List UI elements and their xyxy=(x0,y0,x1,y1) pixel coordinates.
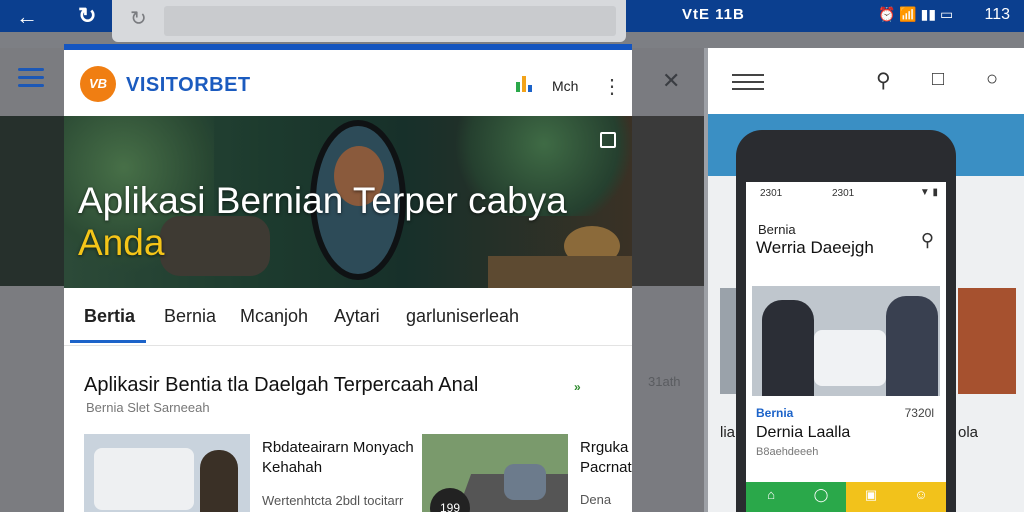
header-label[interactable]: Mch xyxy=(552,78,578,94)
phone-search-icon[interactable]: ⚲ xyxy=(921,230,934,251)
phone-article-meta: B8aehdeeeh xyxy=(756,446,819,458)
faded-text: 31ath xyxy=(648,374,681,389)
close-icon[interactable]: ✕ xyxy=(662,68,680,94)
hero-highlight: Anda xyxy=(78,222,165,263)
phone-status-bar: 2301 2301 ▼ ▮ xyxy=(760,187,938,199)
phone-bottom-nav: ⌂ ◯ ▣ ☺ xyxy=(746,482,946,512)
phone-section-title: Werria Daeejgh xyxy=(756,238,874,257)
browser-card: VB VISITORBET Mch ⋮ Aplikasi Bernian Ter… xyxy=(64,44,632,512)
category-tabs: Bertia Bernia Mcanjoh Aytari garluniserl… xyxy=(64,288,632,346)
section-badge[interactable]: » xyxy=(574,380,581,394)
article-meta: Wertenhtcta 2bdl tocitarr xyxy=(262,493,404,508)
background-mid-strip xyxy=(632,116,704,286)
article-thumbnail[interactable] xyxy=(84,434,250,512)
address-field[interactable] xyxy=(164,6,616,36)
tab-aytari[interactable]: Aytari xyxy=(334,306,380,327)
menu-icon[interactable] xyxy=(732,74,764,95)
reload-icon[interactable]: ↻ xyxy=(130,6,147,31)
phone-article-date: 7320l xyxy=(904,406,934,420)
hero-banner[interactable]: Aplikasi Bernian Terper cabya Anda xyxy=(64,116,632,288)
signal-icons: ⏰ 📶 ▮▮ ▭ xyxy=(878,6,954,22)
back-arrow-icon[interactable]: ← xyxy=(16,4,38,30)
phone-article-category[interactable]: Bernia xyxy=(756,406,793,420)
nav-profile-icon[interactable]: ☺ xyxy=(896,482,946,512)
article-meta: Dena xyxy=(580,492,612,507)
tab-bertia[interactable]: Bertia xyxy=(84,306,135,327)
search-icon[interactable]: ⚲ xyxy=(876,68,891,93)
brand-name[interactable]: VISITORBET xyxy=(126,74,251,97)
hero-title: Aplikasi Bernian Terper cabya Anda xyxy=(78,180,567,263)
chat-icon[interactable]: □ xyxy=(932,68,944,91)
article-title[interactable]: Rbdateairarn Monyach Kehahah xyxy=(262,438,414,478)
profile-icon[interactable]: ○ xyxy=(986,68,998,91)
section-subtitle: Bernia Slet Sarneeah xyxy=(86,400,210,415)
phone-screen: 2301 2301 ▼ ▮ Bernia Werria Daeejgh ⚲ Be… xyxy=(746,182,946,512)
right-app-header: ⚲ □ ○ xyxy=(708,48,1024,114)
browser-url-bar[interactable]: ↻ xyxy=(112,0,626,42)
background-hero-strip xyxy=(0,116,64,286)
phone-article-image[interactable] xyxy=(752,286,940,396)
nav-home-icon[interactable]: ⌂ xyxy=(746,482,796,512)
side-article-title[interactable]: ola xyxy=(958,424,978,441)
chart-bars-icon[interactable] xyxy=(516,76,534,92)
article-title[interactable]: Rrguka Pacrnat xyxy=(580,438,632,478)
tab-garluniserleah[interactable]: garluniserleah xyxy=(406,306,519,327)
phone-section-label: Bernia xyxy=(758,222,796,237)
notification-icons: VtE 11B xyxy=(682,6,745,23)
site-header: VB VISITORBET Mch ⋮ xyxy=(64,50,632,116)
site-logo[interactable]: VB xyxy=(80,66,116,102)
phone-mockup: 2301 2301 ▼ ▮ Bernia Werria Daeejgh ⚲ Be… xyxy=(736,130,956,512)
tab-bernia[interactable]: Bernia xyxy=(164,306,216,327)
status-bar: ← ↻ ↻ VtE 11B ⏰ 📶 ▮▮ ▭ 113 xyxy=(0,0,1024,42)
refresh-icon[interactable]: ↻ xyxy=(78,3,96,29)
tab-mcanjoh[interactable]: Mcanjoh xyxy=(240,306,308,327)
article-thumbnail[interactable]: 199 xyxy=(422,434,568,512)
active-tab-indicator xyxy=(70,340,146,343)
side-thumbnail[interactable] xyxy=(958,288,1016,394)
side-article-title[interactable]: lia xyxy=(720,424,735,441)
hamburger-menu-icon[interactable] xyxy=(18,68,44,92)
section-title: Aplikasir Bentia tla Daelgah Terpercaah … xyxy=(84,374,479,396)
nav-chat-icon[interactable]: ◯ xyxy=(796,482,846,512)
bookmark-icon[interactable] xyxy=(600,132,616,148)
status-time: 113 xyxy=(984,6,1010,23)
nav-grid-icon[interactable]: ▣ xyxy=(846,482,896,512)
phone-article-title[interactable]: Dernia Laalla xyxy=(756,424,850,442)
more-vertical-icon[interactable]: ⋮ xyxy=(602,74,622,99)
